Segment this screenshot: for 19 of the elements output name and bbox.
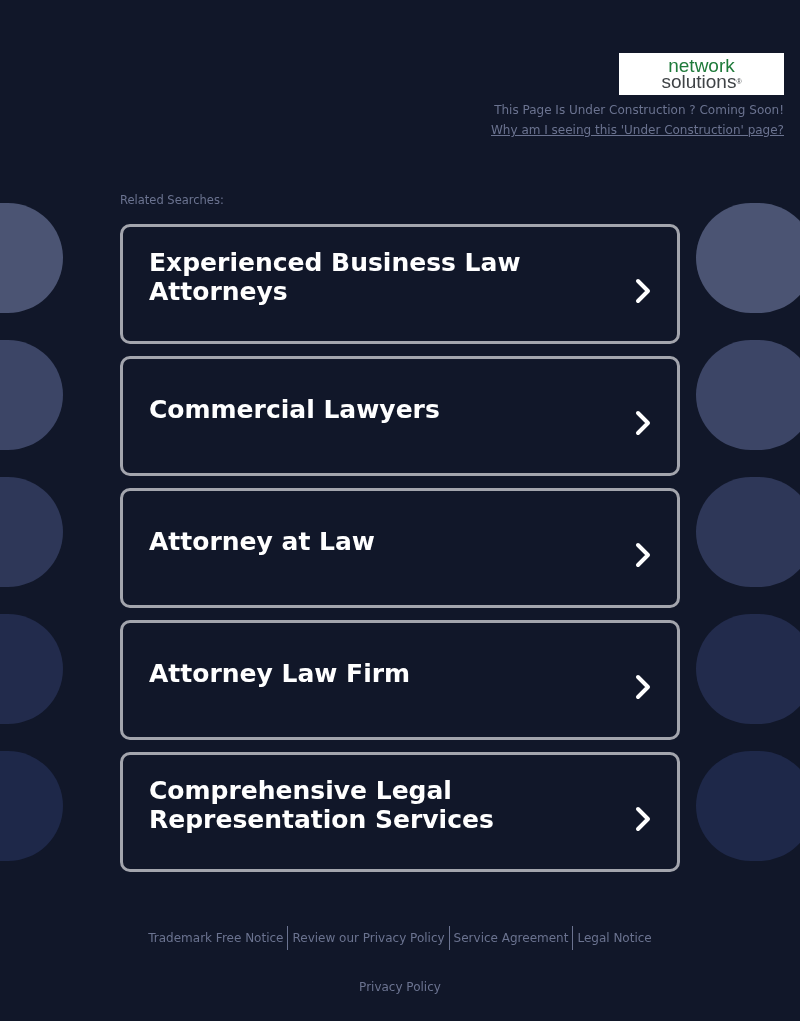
logo: network solutions$^{®}$ xyxy=(619,53,784,95)
privacy-link[interactable]: Privacy Policy xyxy=(359,980,441,994)
chevron-icon xyxy=(635,542,651,568)
search-link[interactable]: Commercial Lawyers xyxy=(120,356,680,476)
chevron-icon xyxy=(635,410,651,436)
search-link[interactable]: Attorney at Law xyxy=(120,488,680,608)
search-link[interactable]: Comprehensive Legal Representation Services xyxy=(120,752,680,872)
footer-link[interactable]: Service Agreement xyxy=(449,931,573,945)
chevron-icon xyxy=(635,674,651,700)
footer-link[interactable]: Legal Notice xyxy=(573,931,656,945)
search-link[interactable]: Attorney Law Firm xyxy=(120,620,680,740)
footer-link[interactable]: Trademark Free Notice xyxy=(144,931,288,945)
search-link[interactable]: Experienced Business Law Attorneys xyxy=(120,224,680,344)
related-searches-label: Related Searches: xyxy=(120,193,225,207)
footer-link[interactable]: Review our Privacy Policy xyxy=(288,931,449,945)
chevron-icon xyxy=(635,806,651,832)
notice-text: This Page Is Under Construction ? Coming Soon! xyxy=(494,103,784,117)
chevron-icon xyxy=(635,278,651,304)
why-link[interactable]: Why am I seeing this 'Under Construction' page? xyxy=(491,123,784,137)
